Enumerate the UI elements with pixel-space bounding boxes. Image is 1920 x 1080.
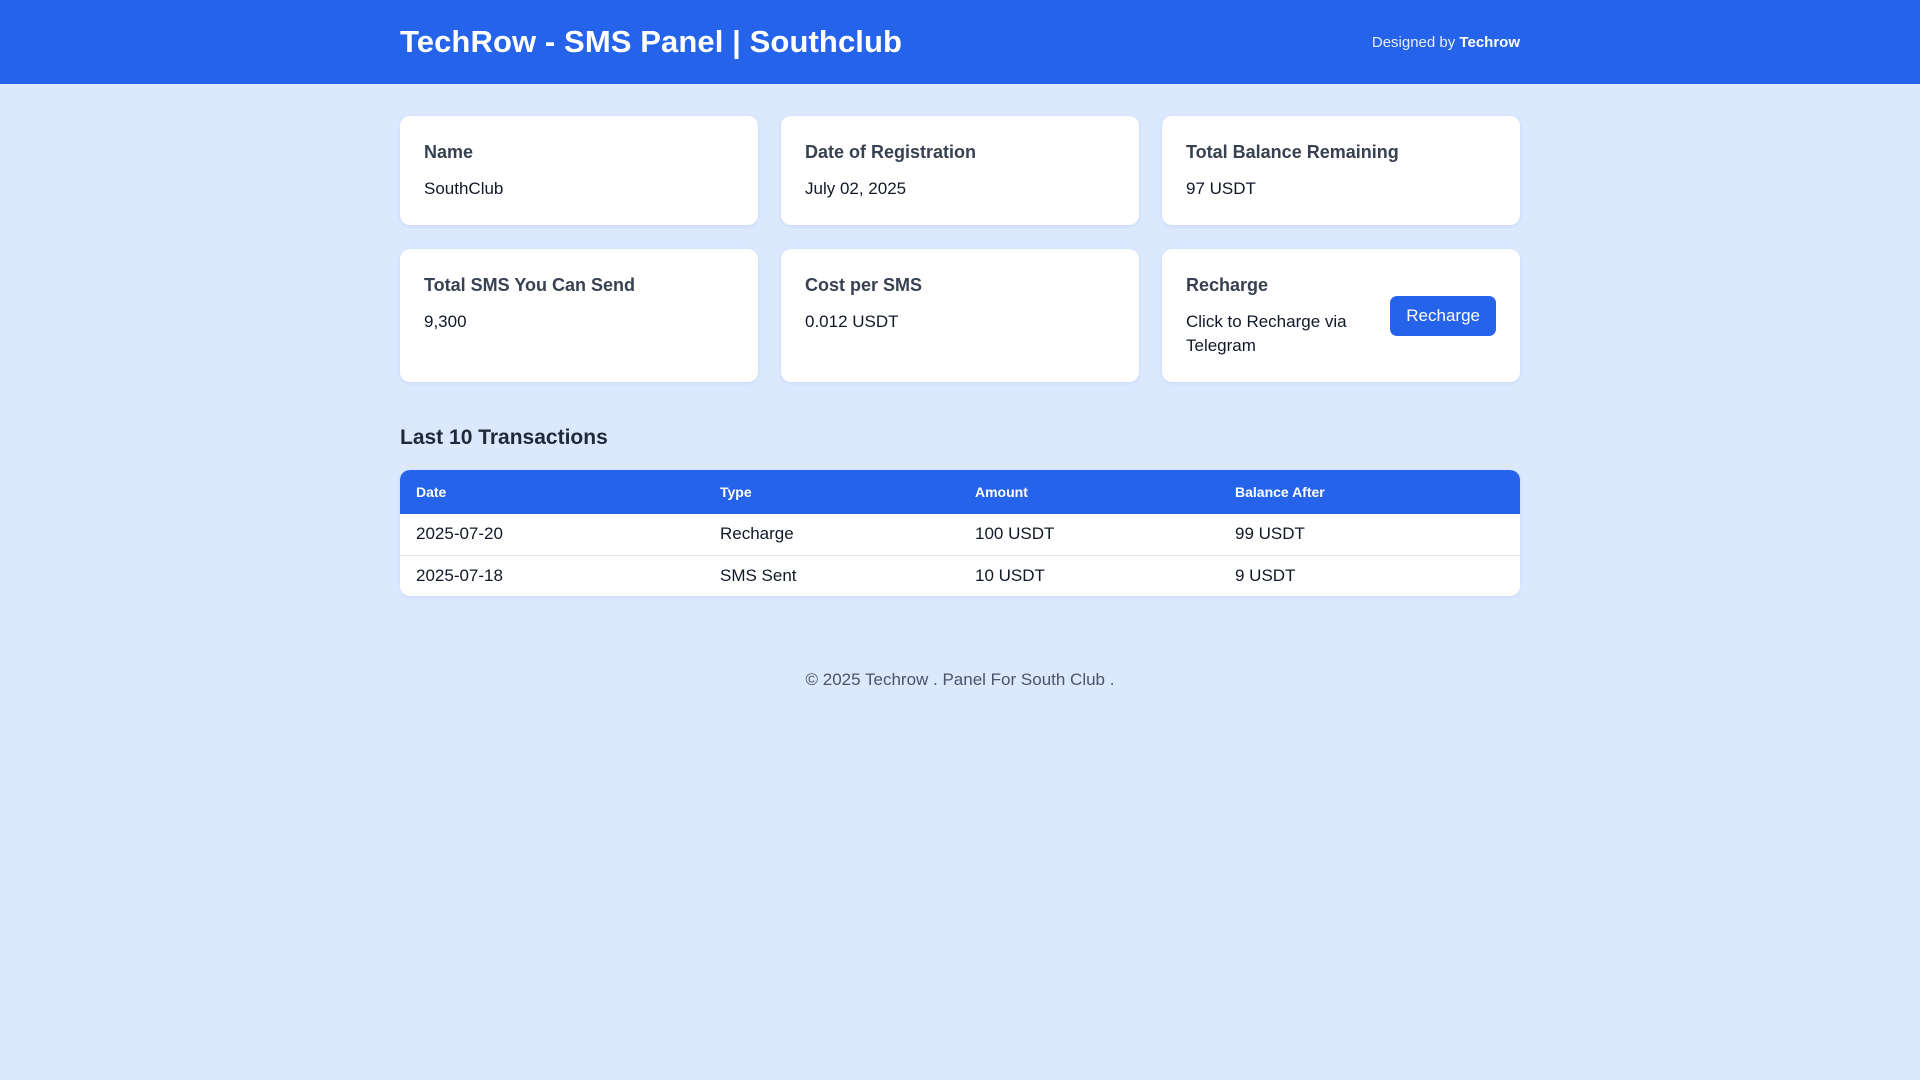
transactions-table-wrapper: Date Type Amount Balance After 2025-07-2… [400, 470, 1520, 596]
transactions-table-body: 2025-07-20 Recharge 100 USDT 99 USDT 202… [400, 514, 1520, 596]
cell-balance-after: 9 USDT [1219, 554, 1520, 596]
recharge-card: Recharge Click to Recharge via Telegram … [1162, 249, 1520, 382]
recharge-card-title: Recharge [1186, 275, 1269, 295]
recharge-card-description: Click to Recharge via Telegram [1186, 312, 1347, 355]
transactions-table-head: Date Type Amount Balance After [400, 470, 1520, 514]
cost-card: Cost per SMS 0.012 USDT [781, 249, 1139, 382]
recharge-text: Recharge Click to Recharge via Telegram [1186, 273, 1376, 358]
table-header-row: Date Type Amount Balance After [400, 470, 1520, 514]
column-header-amount: Amount [975, 484, 1028, 500]
cost-card-value: 0.012 USDT [805, 312, 899, 331]
balance-card: Total Balance Remaining 97 USDT [1162, 116, 1520, 225]
sms-total-card-title: Total SMS You Can Send [424, 275, 636, 295]
registration-card-title: Date of Registration [805, 142, 977, 162]
name-card-value: SouthClub [424, 179, 504, 198]
cell-type: Recharge [720, 524, 794, 544]
balance-card-value: 97 USDT [1186, 179, 1256, 198]
page-footer: © 2025 Techrow . Panel For South Club . [805, 670, 1115, 689]
transactions-title: Last 10 Transactions [400, 426, 608, 449]
column-header-type: Type [720, 484, 752, 500]
column-header-date: Date [416, 484, 447, 500]
cell-balance-after: 99 USDT [1235, 524, 1305, 544]
designed-by-prefix: Designed by [1371, 33, 1456, 51]
sms-total-card-value: 9,300 [424, 312, 467, 331]
designed-by: Designed by Techrow [1372, 34, 1520, 51]
cell-amount: 10 USDT [959, 554, 1219, 596]
balance-card-title: Total Balance Remaining [1186, 142, 1399, 162]
recharge-button[interactable]: Recharge [1390, 295, 1496, 336]
registration-card-value: July 02, 2025 [805, 179, 907, 198]
info-cards: Name SouthClub Date of Registration July… [400, 116, 1520, 382]
transactions-table: Date Type Amount Balance After 2025-07-2… [400, 470, 1520, 596]
cell-type: SMS Sent [704, 554, 959, 596]
top-header: TechRow - SMS Panel | Southclub Designed… [0, 0, 1920, 84]
app-title: TechRow - SMS Panel | Southclub [400, 24, 903, 59]
cost-card-title: Cost per SMS [805, 275, 923, 295]
table-row: 2025-07-18 SMS Sent 10 USDT 9 USDT [400, 554, 1520, 596]
cell-date: 2025-07-18 [400, 554, 704, 596]
main-content: Name SouthClub Date of Registration July… [400, 116, 1520, 690]
header-inner: TechRow - SMS Panel | Southclub Designed… [400, 0, 1520, 84]
column-header-balance-after: Balance After [1235, 484, 1325, 500]
registration-card: Date of Registration July 02, 2025 [781, 116, 1139, 225]
cell-date: 2025-07-20 [416, 524, 503, 544]
table-row: 2025-07-20 Recharge 100 USDT 99 USDT [400, 514, 1520, 555]
name-card: Name SouthClub [400, 116, 758, 225]
name-card-title: Name [424, 142, 474, 162]
designed-by-name: Techrow [1459, 33, 1520, 51]
cell-amount: 100 USDT [975, 524, 1055, 544]
sms-total-card: Total SMS You Can Send 9,300 [400, 249, 758, 382]
